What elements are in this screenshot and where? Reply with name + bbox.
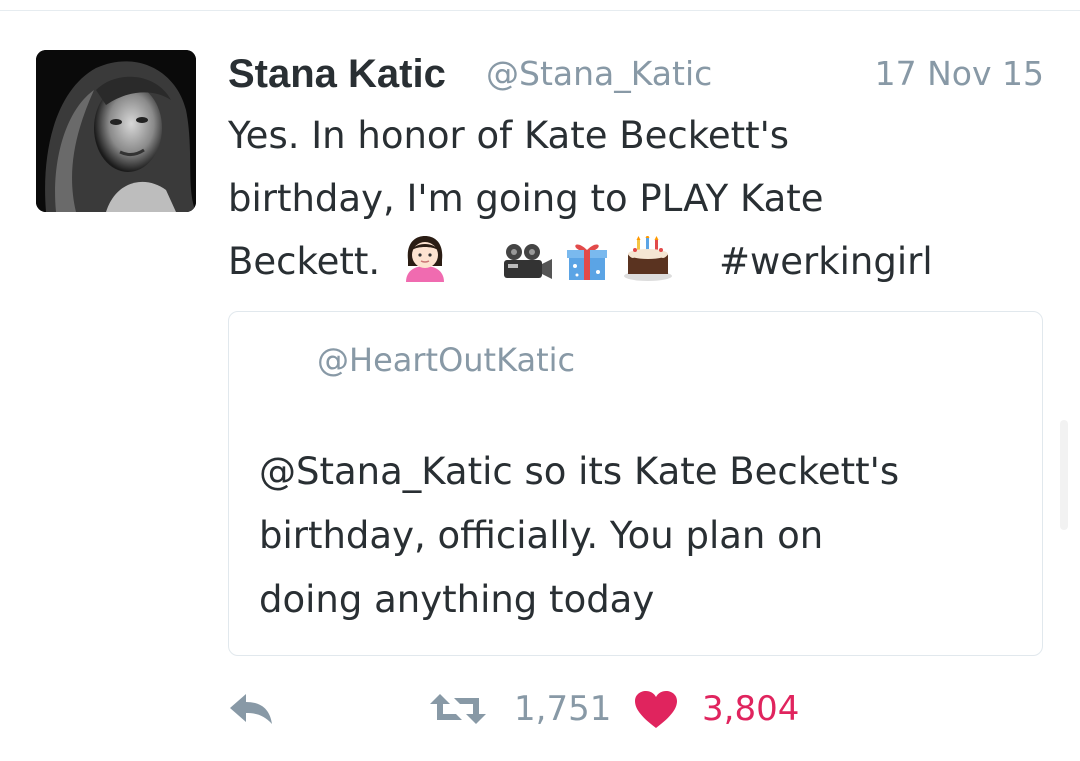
quoted-tweet-text-line: birthday, officially. You plan on bbox=[259, 514, 824, 557]
tweet-actions: 1,751 3,804 bbox=[228, 684, 1043, 734]
quoted-tweet-text-line: @Stana_Katic so its Kate Beckett's bbox=[259, 450, 900, 493]
scrollbar[interactable] bbox=[1060, 420, 1068, 530]
birthday-cake-emoji bbox=[623, 234, 673, 301]
like-count: 3,804 bbox=[702, 689, 800, 729]
tweet-text-line: Beckett. #werkingirl bbox=[228, 230, 1058, 293]
retweet-count: 1,751 bbox=[514, 689, 612, 729]
quoted-tweet-handle[interactable]: @HeartOutKatic bbox=[317, 338, 575, 382]
tweet-text-segment: Beckett. bbox=[228, 240, 381, 283]
tweet-header: Stana Katic @Stana_Katic 17 Nov 15 bbox=[228, 50, 1048, 100]
tweet-text-line: birthday, I'm going to PLAY Kate bbox=[228, 177, 824, 220]
tweet-text: Yes. In honor of Kate Beckett's birthday… bbox=[228, 104, 1058, 293]
author-handle[interactable]: @Stana_Katic bbox=[486, 50, 712, 98]
hashtag-link[interactable]: #werkingirl bbox=[719, 240, 933, 283]
top-divider bbox=[0, 10, 1080, 11]
quoted-tweet-text: @Stana_Katic so its Kate Beckett's birth… bbox=[259, 440, 1029, 632]
quoted-tweet-text-line: doing anything today bbox=[259, 578, 655, 621]
author-name[interactable]: Stana Katic bbox=[228, 50, 446, 98]
retweet-icon[interactable] bbox=[428, 690, 488, 728]
wrapped-gift-emoji bbox=[565, 238, 609, 301]
avatar[interactable] bbox=[36, 50, 196, 212]
reply-icon[interactable] bbox=[228, 690, 274, 728]
avatar-photo bbox=[36, 50, 196, 212]
heart-icon[interactable] bbox=[634, 690, 678, 730]
movie-camera-emoji bbox=[500, 238, 552, 301]
tweet-timestamp[interactable]: 17 Nov 15 bbox=[875, 50, 1044, 98]
quoted-tweet-card[interactable]: @HeartOutKatic @Stana_Katic so its Kate … bbox=[228, 311, 1043, 656]
tweet-text-line: Yes. In honor of Kate Beckett's bbox=[228, 114, 790, 157]
girl-emoji bbox=[402, 234, 448, 301]
